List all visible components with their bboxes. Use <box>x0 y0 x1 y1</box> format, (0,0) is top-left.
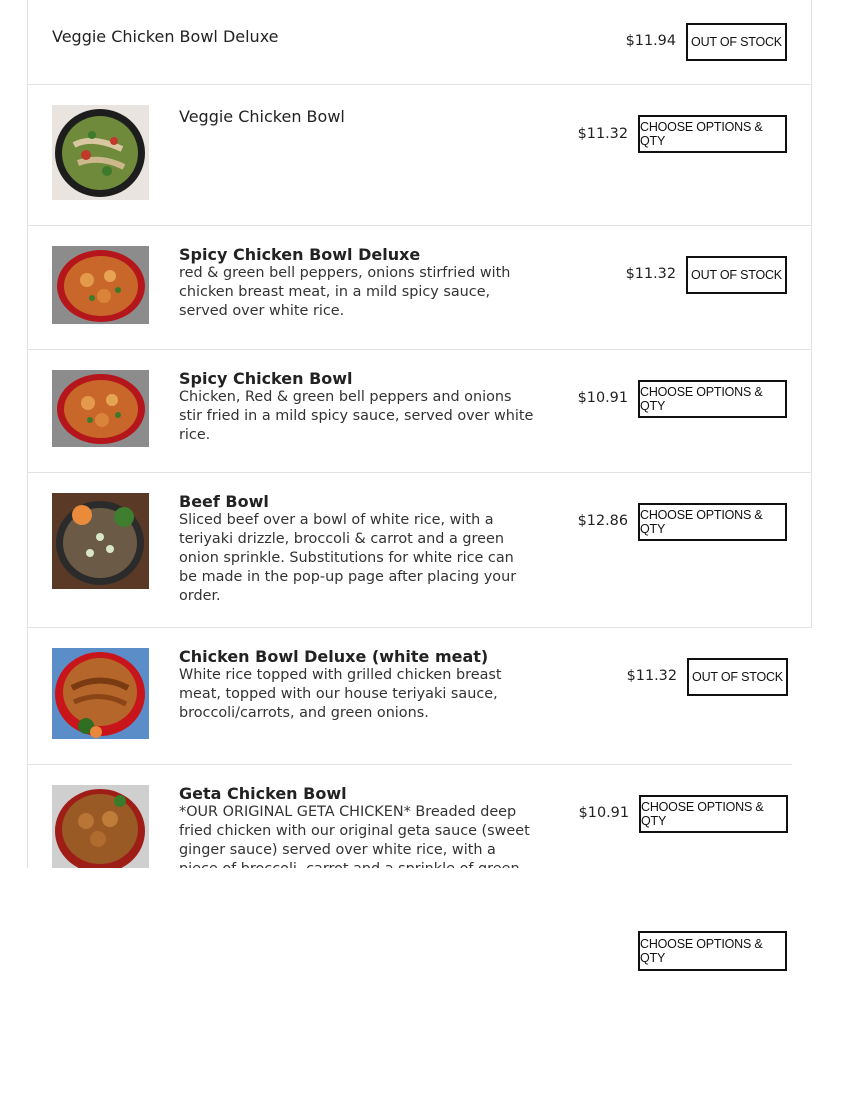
menu-item-image[interactable] <box>52 370 149 447</box>
menu-item: Veggie Chicken Bowl $11.32 CHOOSE OPTION… <box>27 85 812 226</box>
choose-options-button[interactable]: CHOOSE OPTIONS & QTY <box>638 503 787 541</box>
menu-item-image[interactable] <box>52 105 149 200</box>
out-of-stock-button[interactable]: OUT OF STOCK <box>686 23 787 61</box>
menu-item-description: White rice topped with grilled chicken b… <box>179 667 502 721</box>
menu-item-name: Veggie Chicken Bowl Deluxe <box>52 27 279 46</box>
menu-item-image[interactable] <box>52 246 149 324</box>
menu-item: Beef Bowl Sliced beef over a bowl of whi… <box>27 473 812 628</box>
menu-item-text: Spicy Chicken Bowl Deluxe red & green be… <box>179 245 535 321</box>
out-of-stock-button[interactable]: OUT OF STOCK <box>686 256 787 294</box>
menu-item-text: Veggie Chicken Bowl <box>179 104 535 126</box>
menu-list: Veggie Chicken Bowl Deluxe $11.94 OUT OF… <box>27 0 812 905</box>
menu-item-image[interactable] <box>52 493 149 589</box>
choose-options-button[interactable]: CHOOSE OPTIONS & QTY <box>639 795 788 833</box>
menu-item-name: Spicy Chicken Bowl <box>179 369 353 388</box>
choose-options-button[interactable]: CHOOSE OPTIONS & QTY <box>638 380 787 418</box>
choose-options-button[interactable]: CHOOSE OPTIONS & QTY <box>638 115 787 153</box>
menu-item: Chicken Bowl Deluxe (white meat) White r… <box>27 628 792 765</box>
out-of-stock-button[interactable]: OUT OF STOCK <box>687 658 788 696</box>
menu-item-text: Chicken Bowl Deluxe (white meat) White r… <box>179 647 535 723</box>
menu-item-name: Beef Bowl <box>179 492 269 511</box>
menu-item-name: Chicken Bowl Deluxe (white meat) <box>179 647 489 666</box>
menu-item-price: $11.32 <box>625 266 676 282</box>
menu-item-text: Beef Bowl Sliced beef over a bowl of whi… <box>179 492 535 606</box>
menu-item: Spicy Chicken Bowl Deluxe red & green be… <box>27 226 812 350</box>
content-cutoff <box>0 868 850 1095</box>
menu-item-name: Veggie Chicken Bowl <box>179 107 345 126</box>
menu-item-name: Spicy Chicken Bowl Deluxe <box>179 245 421 264</box>
menu-item-price: $12.86 <box>577 513 628 529</box>
menu-item-description: Sliced beef over a bowl of white rice, w… <box>179 512 517 604</box>
menu-item-description: Chicken, Red & green bell peppers and on… <box>179 389 534 443</box>
menu-item: Veggie Chicken Bowl Deluxe $11.94 OUT OF… <box>27 0 812 85</box>
menu-item-text: Spicy Chicken Bowl Chicken, Red & green … <box>179 369 535 445</box>
menu-item-price: $10.91 <box>577 390 628 406</box>
menu-item: Spicy Chicken Bowl Chicken, Red & green … <box>27 350 812 473</box>
menu-item-price: $11.32 <box>577 126 628 142</box>
menu-item-image[interactable] <box>52 785 149 868</box>
menu-item-price: $10.91 <box>578 805 629 821</box>
menu-item-text: Veggie Chicken Bowl Deluxe <box>52 27 452 46</box>
menu-item-image[interactable] <box>52 648 149 739</box>
menu-item-description: red & green bell peppers, onions stirfri… <box>179 265 511 319</box>
menu-item-price: $11.32 <box>626 668 677 684</box>
menu-item-name: Geta Chicken Bowl <box>179 784 347 803</box>
menu-item-price: $11.94 <box>625 33 676 49</box>
choose-options-button[interactable]: CHOOSE OPTIONS & QTY <box>638 931 787 971</box>
